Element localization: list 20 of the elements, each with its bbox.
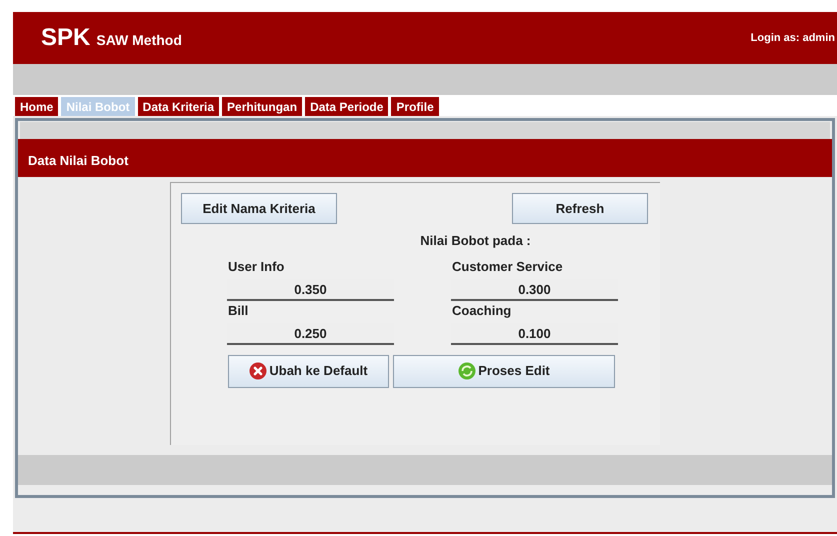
refresh-icon [458, 362, 476, 380]
login-status: Login as: admin [750, 30, 835, 46]
process-edit-button[interactable]: Proses Edit [393, 354, 615, 388]
reset-default-button[interactable]: Ubah ke Default [228, 354, 389, 388]
field-label: Bill [227, 302, 248, 320]
refresh-button[interactable]: Refresh [512, 193, 648, 224]
caption: Nilai Bobot pada : [420, 232, 531, 250]
nav-tab[interactable]: Perhitungan [222, 97, 302, 116]
nav-tab[interactable]: Profile [391, 97, 439, 116]
nav-tab[interactable]: Data Periode [305, 97, 388, 116]
app-subtitle: SAW Method [96, 31, 182, 50]
field-label: Coaching [451, 302, 512, 320]
field-label: Customer Service [451, 258, 563, 276]
edit-names-button[interactable]: Edit Nama Kriteria [181, 193, 337, 224]
close-icon [249, 362, 268, 380]
panel-title: Data Nilai Bobot [28, 152, 128, 170]
nav-tab[interactable]: Data Kriteria [138, 97, 220, 116]
nav-tab[interactable]: Home [15, 97, 58, 116]
app-logo: SPK [41, 23, 90, 53]
field-label: User Info [227, 258, 284, 276]
